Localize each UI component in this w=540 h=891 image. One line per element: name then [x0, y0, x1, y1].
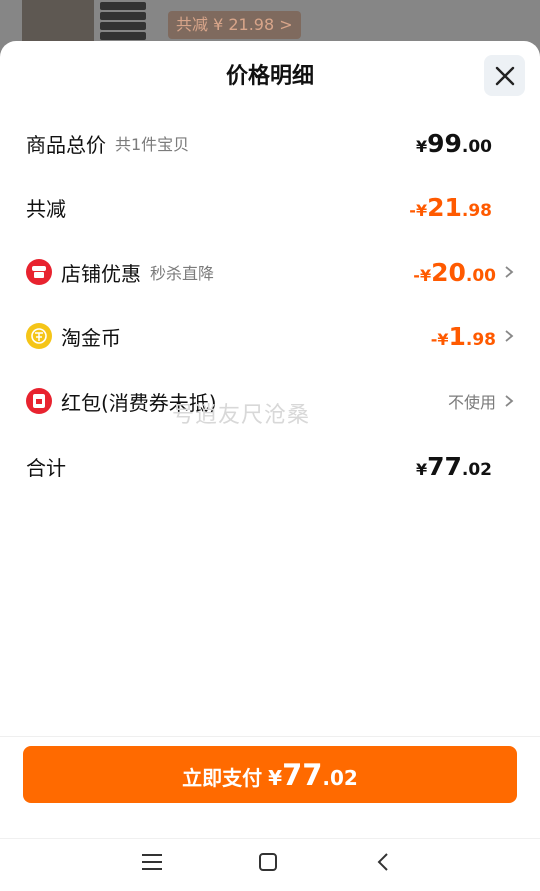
product-tags [100, 2, 146, 42]
total-discount-amount: -¥ 21.98 [409, 192, 492, 222]
footer-divider [0, 736, 540, 737]
system-nav-bar [0, 838, 540, 891]
price-detail-sheet: 价格明细 商品总价 共1件宝贝 ¥99.00 共减 -¥ 21.98 店铺优惠 秒… [0, 41, 540, 838]
background-promo: 共减 ¥ 21.98 > [168, 11, 301, 39]
goods-count: 共1件宝贝 [115, 135, 190, 154]
close-button[interactable] [484, 55, 525, 96]
pay-label: 立即支付 [182, 766, 263, 790]
goods-total-amount: ¥99.00 [415, 128, 492, 158]
gold-coin-icon [26, 323, 52, 349]
sum-amount: ¥77.02 [415, 451, 492, 481]
pay-currency: ¥ [268, 766, 283, 790]
shop-discount-label: 店铺优惠 [61, 261, 141, 286]
chevron-right-icon [504, 329, 514, 343]
total-discount-label: 共减 [26, 196, 66, 221]
pay-now-button[interactable]: 立即支付 ¥ 77 .02 [23, 746, 517, 803]
shop-icon [26, 259, 52, 285]
chevron-right-icon [504, 265, 514, 279]
sum-label: 合计 [26, 455, 66, 480]
row-goods-total: 商品总价 共1件宝贝 ¥99.00 [26, 123, 514, 163]
red-packet-icon [26, 388, 52, 414]
row-shop-discount[interactable]: 店铺优惠 秒杀直降 -¥ 20.00 [26, 252, 514, 292]
red-packet-value: 不使用 [447, 393, 496, 412]
pay-amount-dec: .02 [322, 766, 358, 790]
row-sum: 合计 ¥77.02 [26, 446, 514, 486]
goods-total-label: 商品总价 [26, 132, 106, 157]
row-gold-coin[interactable]: 淘金币 -¥ 1.98 [26, 316, 514, 356]
shop-discount-amount: -¥ 20.00 [413, 257, 496, 287]
close-icon [495, 66, 514, 85]
home-button[interactable] [253, 847, 283, 877]
chevron-right-icon [504, 394, 514, 408]
row-total-discount: 共减 -¥ 21.98 [26, 187, 514, 227]
menu-button[interactable] [137, 847, 167, 877]
watermark: 号逍友尺沧桑 [172, 403, 311, 428]
pay-amount-int: 77 [282, 758, 323, 792]
shop-discount-sub: 秒杀直降 [150, 264, 215, 283]
gold-coin-amount: -¥ 1.98 [430, 321, 496, 351]
menu-icon [142, 854, 162, 870]
home-icon [259, 853, 277, 871]
gold-coin-label: 淘金币 [61, 325, 121, 350]
back-icon [377, 853, 388, 871]
back-button[interactable] [368, 847, 398, 877]
sheet-title: 价格明细 [225, 64, 314, 89]
